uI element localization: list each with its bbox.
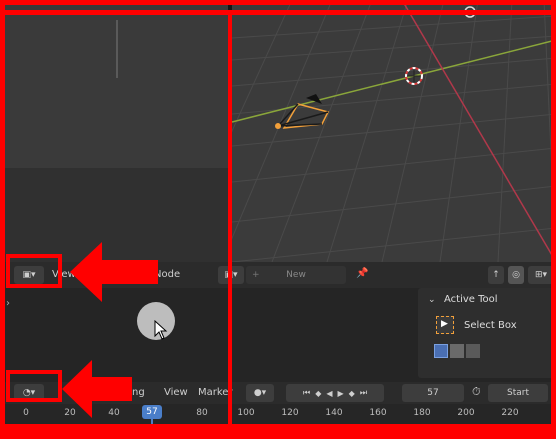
play-icon[interactable]: ▶ — [338, 389, 344, 398]
next-keyframe-icon[interactable]: ◆ — [349, 389, 355, 398]
playback-controls[interactable]: ⏮ ◆ ◀ ▶ ◆ ⏭ — [286, 384, 384, 402]
active-tool-name: Select Box — [464, 320, 517, 331]
tick-label: 140 — [325, 408, 343, 418]
stopwatch-icon[interactable]: ⏱ — [472, 385, 481, 399]
mode-new-icon[interactable] — [434, 344, 448, 358]
mouse-pointer-icon — [154, 320, 168, 340]
tick-label: 160 — [369, 408, 387, 418]
3d-viewport[interactable] — [232, 0, 556, 262]
timeline-scrollbar[interactable] — [14, 428, 540, 432]
start-frame-label: Start — [507, 388, 529, 398]
active-tool-title[interactable]: Active Tool — [444, 294, 498, 305]
viewport-grid — [232, 0, 556, 262]
select-box-icon[interactable]: ▶ — [436, 316, 454, 334]
prev-keyframe-icon[interactable]: ◆ — [315, 389, 321, 398]
mode-extend-icon[interactable] — [450, 344, 464, 358]
sidebar-toggle-icon[interactable]: › — [6, 298, 10, 309]
marker-menu[interactable]: Marker — [198, 387, 233, 398]
parent-node-tree-icon[interactable]: ↑ — [488, 266, 504, 284]
arrow-left-icon — [62, 360, 132, 418]
clock-icon: ◔▾ — [22, 388, 36, 398]
tick-label: 120 — [281, 408, 299, 418]
editor-type-selector[interactable]: ▣▾ — [14, 266, 44, 284]
panel-divider-line — [116, 20, 118, 78]
node-tree-icon: ▣▾ — [224, 270, 238, 280]
jump-end-icon[interactable]: ⏭ — [360, 388, 367, 398]
mode-subtract-icon[interactable] — [466, 344, 480, 358]
start-frame-field[interactable]: Start — [488, 384, 548, 402]
x-axis-line — [401, 0, 556, 262]
tick-label: 200 — [457, 408, 475, 418]
overlay-icon[interactable]: ⊞▾ — [528, 266, 554, 284]
new-datablock-button[interactable]: + New — [246, 266, 346, 284]
3d-cursor — [405, 67, 423, 85]
playhead-frame-label: 57 — [146, 407, 158, 417]
arrow-left-icon — [70, 242, 158, 302]
current-frame-value: 57 — [427, 388, 439, 398]
play-reverse-icon[interactable]: ◀ — [326, 389, 332, 398]
tick-label: 80 — [196, 408, 208, 418]
keying-button[interactable]: ●▾ — [246, 384, 274, 402]
tick-label: 220 — [501, 408, 519, 418]
node-tree-selector[interactable]: ▣▾ — [218, 266, 244, 284]
jump-start-icon[interactable]: ⏮ — [303, 388, 310, 398]
playhead[interactable]: 57 — [142, 405, 162, 419]
editor-type-icon: ▣▾ — [22, 270, 36, 280]
gizmo-partial — [464, 6, 476, 18]
new-button-label: New — [286, 270, 306, 280]
left-editor-panel — [0, 0, 228, 262]
timeline-editor-selector[interactable]: ◔▾ — [14, 384, 44, 402]
tick-label: 100 — [237, 408, 255, 418]
plus-icon: + — [252, 270, 260, 280]
panel-collapse-icon[interactable]: ⌄ — [428, 295, 436, 305]
tick-label: 0 — [23, 408, 29, 418]
playback-menu[interactable]: ng — [132, 387, 145, 398]
tick-label: 180 — [413, 408, 431, 418]
current-frame-field[interactable]: 57 — [402, 384, 464, 402]
snap-icon[interactable]: ◎ — [508, 266, 524, 284]
pin-icon[interactable]: 📌 — [356, 268, 368, 279]
view-menu-timeline[interactable]: View — [164, 387, 188, 398]
active-tool-panel: ⌄ Active Tool ▶ Select Box — [418, 288, 556, 378]
